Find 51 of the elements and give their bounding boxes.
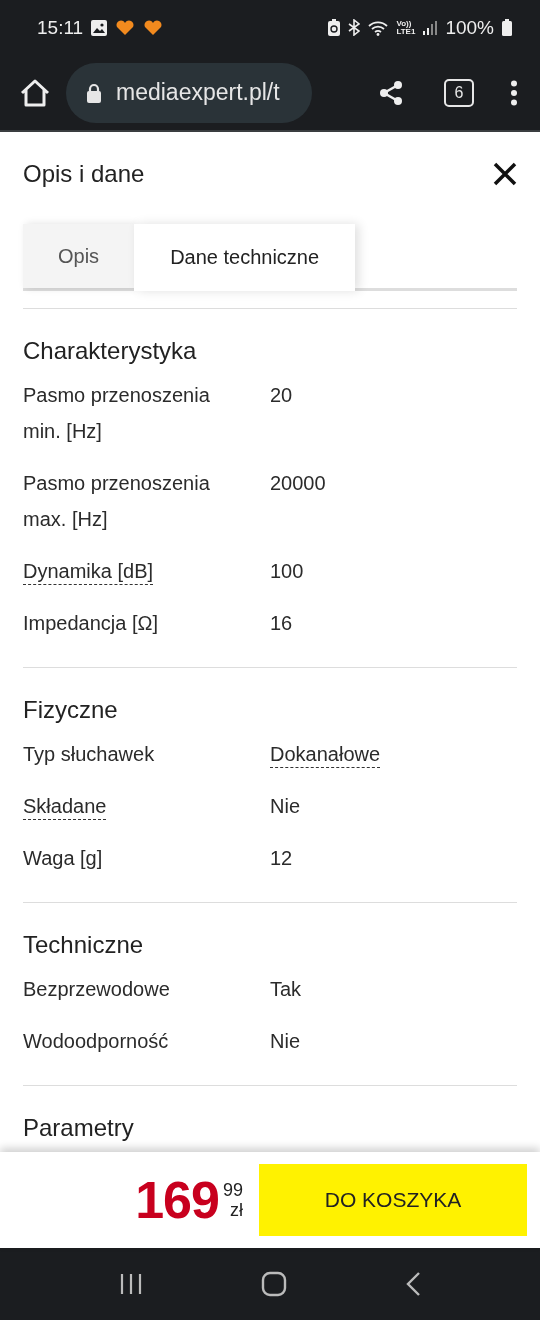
address-bar[interactable]: mediaexpert.pl/t: [66, 62, 312, 123]
currency: zł: [230, 1200, 243, 1220]
battery-percent: 100%: [445, 16, 494, 39]
spec-value: 20: [270, 384, 293, 406]
spec-value: 12: [270, 847, 293, 869]
tab[interactable]: Dane techniczne: [134, 224, 356, 291]
section-title: Fizyczne: [23, 695, 119, 725]
image-icon: [91, 19, 108, 36]
spec-value: 20000: [270, 472, 326, 494]
tooltip-label[interactable]: Dynamika [dB]: [23, 558, 154, 585]
spec-value: 16: [270, 612, 293, 634]
clock: 15:11: [37, 16, 84, 39]
spec-label: Pasmo przenoszenia max. [Hz]: [23, 472, 210, 530]
section-title: Parametry: [23, 1113, 135, 1143]
heart-icon: [115, 19, 136, 36]
signal-icon: [423, 20, 438, 35]
share-icon[interactable]: [378, 79, 404, 106]
network-label: Vo)): [396, 19, 412, 28]
spec-value: Tak: [270, 978, 302, 1000]
price-cents: 99: [222, 1180, 243, 1200]
spec-label: Impedancja [Ω]: [23, 612, 159, 634]
spec-label: Pasmo przenoszenia min. [Hz]: [23, 384, 210, 442]
home-icon[interactable]: [20, 78, 50, 107]
spec-value: Nie: [270, 795, 300, 817]
tooltip-value[interactable]: Dokanałowe: [270, 741, 381, 768]
lock-icon: [86, 82, 102, 103]
section-title: Techniczne: [23, 930, 145, 960]
heart-icon: [143, 19, 164, 36]
recent-apps-icon[interactable]: [119, 1272, 143, 1296]
spec-value: Nie: [270, 1030, 300, 1052]
price: 169: [135, 1170, 219, 1230]
section-title: Charakterystyka: [23, 336, 198, 366]
battery-saver-icon: [328, 19, 341, 36]
network-label: LTE1: [396, 27, 416, 36]
back-icon[interactable]: [405, 1271, 421, 1297]
battery-icon: [502, 19, 512, 36]
tab[interactable]: Opis: [23, 224, 135, 288]
spec-value: 100: [270, 560, 304, 582]
spec-label: Typ słuchawek: [23, 743, 155, 765]
spec-label: Waga [g]: [23, 847, 103, 869]
menu-icon[interactable]: [510, 79, 518, 106]
wifi-icon: [368, 19, 389, 36]
spec-label: Wodoodporność: [23, 1030, 169, 1052]
tab-count-button[interactable]: 6: [444, 78, 474, 107]
add-to-cart-button[interactable]: DO KOSZYKA: [259, 1164, 527, 1236]
spec-label: Bezprzewodowe: [23, 978, 170, 1000]
bluetooth-icon: [348, 19, 361, 36]
home-button-icon[interactable]: [261, 1271, 287, 1297]
close-icon[interactable]: [493, 162, 517, 186]
tooltip-label[interactable]: Składane: [23, 793, 107, 820]
panel-title: Opis i dane: [23, 160, 145, 188]
